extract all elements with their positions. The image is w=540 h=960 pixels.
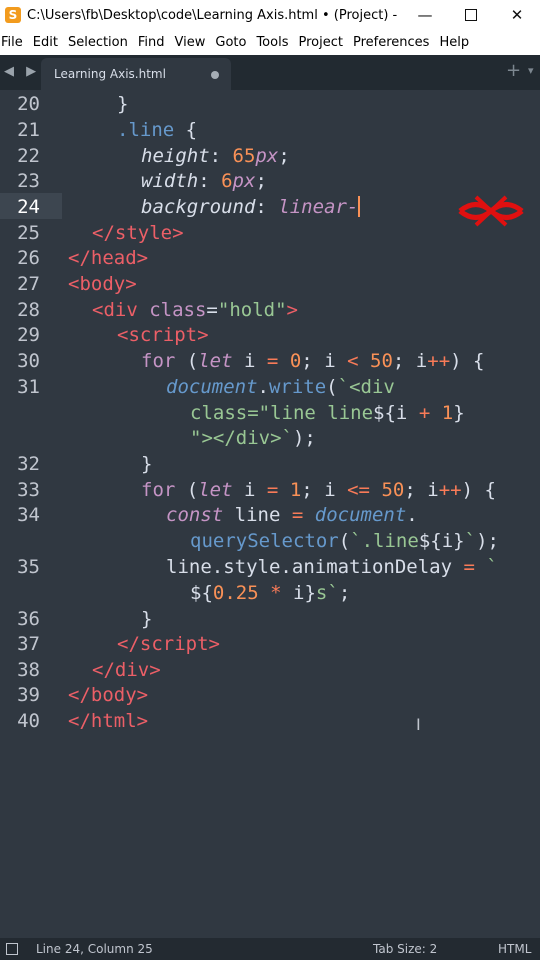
line-number: 23 xyxy=(17,170,40,192)
menu-view[interactable]: View xyxy=(170,35,211,50)
line-number: 32 xyxy=(17,453,40,475)
line-number-current: 24 xyxy=(17,196,40,218)
code-line: <script> xyxy=(117,324,209,346)
code-line: </style> xyxy=(92,222,184,244)
sublime-text-icon: S xyxy=(5,7,21,23)
minimize-icon: — xyxy=(417,6,433,24)
tab-nav-arrows-icon[interactable]: ◀ ▶ xyxy=(4,64,40,79)
text-cursor xyxy=(358,196,361,217)
menu-goto[interactable]: Goto xyxy=(210,35,251,50)
code-line: "></div>`); xyxy=(190,427,316,449)
code-line: <body> xyxy=(68,273,137,295)
line-number: 25 xyxy=(17,222,40,244)
code-line: </script> xyxy=(117,633,220,655)
tab-label: Learning Axis.html xyxy=(54,67,166,81)
maximize-button[interactable] xyxy=(448,0,494,30)
code-line: </body> xyxy=(68,684,149,706)
menu-file[interactable]: File xyxy=(0,35,28,50)
channel-logo-icon xyxy=(458,195,524,227)
code-line: <div class="hold"> xyxy=(92,299,298,321)
code-line: querySelector(`.line${i}`); xyxy=(190,530,499,552)
tab-size-selector[interactable]: Tab Size: 2 xyxy=(373,942,437,956)
menu-selection[interactable]: Selection xyxy=(63,35,133,50)
code-line: .line { xyxy=(117,119,198,141)
menu-edit[interactable]: Edit xyxy=(28,35,63,50)
line-number: 20 xyxy=(17,93,40,115)
window-title: C:\Users\fb\Desktop\code\Learning Axis.h… xyxy=(27,7,399,23)
code-line: } xyxy=(141,608,153,630)
code-line: </head> xyxy=(68,247,149,269)
code-line: background: linear- xyxy=(141,196,361,218)
code-line: class="line line${i + 1} xyxy=(190,402,465,424)
code-editor[interactable]: 20 21 22 23 24 25 26 27 28 29 30 31 32 3… xyxy=(0,90,540,938)
code-line: width: 6px; xyxy=(141,170,267,192)
line-number: 35 xyxy=(17,556,40,578)
title-bar: S C:\Users\fb\Desktop\code\Learning Axis… xyxy=(0,0,540,30)
line-number: 36 xyxy=(17,608,40,630)
new-tab-icon[interactable]: + xyxy=(506,60,521,81)
line-number: 31 xyxy=(17,376,40,398)
tab-bar: ◀ ▶ Learning Axis.html + ▾ xyxy=(0,55,540,90)
close-button[interactable]: ✕ xyxy=(494,0,540,30)
line-number: 37 xyxy=(17,633,40,655)
code-line: const line = document. xyxy=(166,504,418,526)
unsaved-dot-icon[interactable] xyxy=(211,71,219,79)
close-icon: ✕ xyxy=(510,6,524,24)
line-number: 26 xyxy=(17,247,40,269)
mouse-ibeam-icon: I xyxy=(416,715,421,734)
code-line: line.style.animationDelay = ` xyxy=(166,556,498,578)
line-number: 22 xyxy=(17,145,40,167)
panel-toggle-icon[interactable] xyxy=(6,943,18,955)
menu-find[interactable]: Find xyxy=(133,35,170,50)
syntax-selector[interactable]: HTML xyxy=(498,942,531,956)
code-line: ${0.25 * i}s`; xyxy=(190,582,351,604)
menu-bar: File Edit Selection Find View Goto Tools… xyxy=(0,30,540,55)
menu-help[interactable]: Help xyxy=(434,35,474,50)
menu-project[interactable]: Project xyxy=(293,35,347,50)
code-line: for (let i = 0; i < 50; i++) { xyxy=(141,350,485,372)
code-line: </html> xyxy=(68,710,149,732)
line-number: 40 xyxy=(17,710,40,732)
line-number: 38 xyxy=(17,659,40,681)
code-line: } xyxy=(117,93,129,115)
code-line: document.write(`<div xyxy=(166,376,395,398)
line-number: 30 xyxy=(17,350,40,372)
line-number: 34 xyxy=(17,504,40,526)
maximize-icon xyxy=(465,9,477,21)
code-line: } xyxy=(141,453,153,475)
cursor-position: Line 24, Column 25 xyxy=(36,942,153,956)
minimize-button[interactable]: — xyxy=(402,0,448,30)
line-number: 28 xyxy=(17,299,40,321)
line-number: 21 xyxy=(17,119,40,141)
line-number: 33 xyxy=(17,479,40,501)
code-line: </div> xyxy=(92,659,161,681)
tab-learning-axis[interactable]: Learning Axis.html xyxy=(41,58,231,90)
line-number: 39 xyxy=(17,684,40,706)
tab-overflow-icon[interactable]: ▾ xyxy=(528,64,534,77)
status-bar: Line 24, Column 25 Tab Size: 2 HTML xyxy=(0,938,540,960)
line-number: 29 xyxy=(17,324,40,346)
menu-tools[interactable]: Tools xyxy=(251,35,293,50)
menu-preferences[interactable]: Preferences xyxy=(348,35,434,50)
code-line: for (let i = 1; i <= 50; i++) { xyxy=(141,479,496,501)
code-line: height: 65px; xyxy=(141,145,290,167)
line-number: 27 xyxy=(17,273,40,295)
